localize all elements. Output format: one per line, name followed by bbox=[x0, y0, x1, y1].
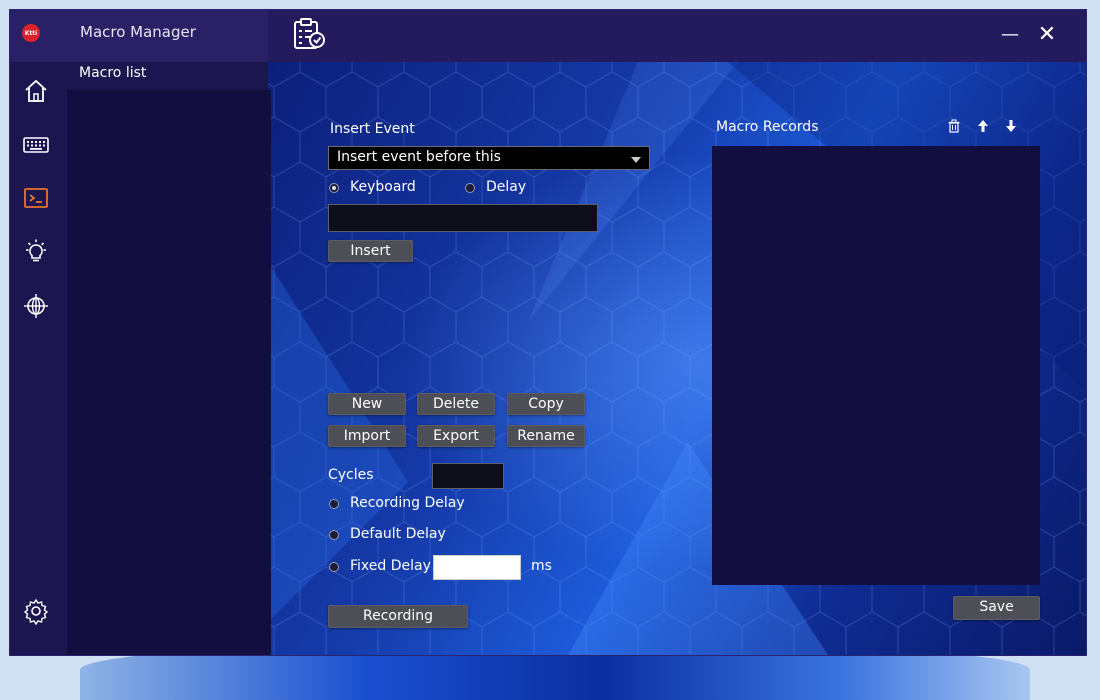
title-bar: Ktti Macro Manager — ✕ bbox=[10, 10, 1086, 62]
trash-icon[interactable] bbox=[947, 119, 961, 133]
rename-button[interactable]: Rename bbox=[507, 425, 585, 447]
default-delay-label: Default Delay bbox=[350, 526, 446, 542]
ms-unit-label: ms bbox=[531, 558, 552, 574]
cycles-label: Cycles bbox=[328, 467, 374, 483]
macro-list[interactable] bbox=[67, 90, 271, 655]
delete-button[interactable]: Delete bbox=[417, 393, 495, 415]
arrow-down-icon[interactable] bbox=[1004, 119, 1018, 133]
chevron-down-icon bbox=[631, 157, 641, 163]
fixed-delay-label: Fixed Delay bbox=[350, 558, 431, 574]
delay-radio[interactable] bbox=[465, 183, 475, 193]
new-button[interactable]: New bbox=[328, 393, 406, 415]
import-button[interactable]: Import bbox=[328, 425, 406, 447]
macro-list-label: Macro list bbox=[79, 65, 147, 81]
close-button[interactable]: ✕ bbox=[1032, 20, 1062, 50]
macro-records-label: Macro Records bbox=[716, 119, 819, 135]
macro-records-list[interactable] bbox=[712, 146, 1040, 585]
terminal-icon[interactable] bbox=[22, 184, 50, 212]
fixed-delay-radio[interactable] bbox=[329, 562, 339, 572]
event-input[interactable] bbox=[328, 204, 598, 232]
sidebar-rail bbox=[10, 62, 66, 655]
cycles-input[interactable] bbox=[432, 463, 504, 489]
copy-button[interactable]: Copy bbox=[507, 393, 585, 415]
settings-icon[interactable] bbox=[22, 597, 50, 625]
app-logo: Ktti bbox=[22, 24, 40, 42]
insert-event-label: Insert Event bbox=[330, 121, 415, 137]
keyboard-radio-label: Keyboard bbox=[350, 179, 416, 195]
recording-delay-radio[interactable] bbox=[329, 499, 339, 509]
recording-delay-label: Recording Delay bbox=[350, 495, 465, 511]
save-button[interactable]: Save bbox=[953, 596, 1040, 620]
insert-position-value: Insert event before this bbox=[337, 149, 501, 165]
macro-manager-window: Ktti Macro Manager — ✕ Macro list Insert… bbox=[10, 10, 1086, 655]
recording-button[interactable]: Recording bbox=[328, 605, 468, 628]
keyboard-icon[interactable] bbox=[22, 131, 50, 159]
lightbulb-icon[interactable] bbox=[22, 238, 50, 266]
delay-radio-label: Delay bbox=[486, 179, 527, 195]
clipboard-check-icon bbox=[294, 18, 325, 49]
arrow-up-icon[interactable] bbox=[976, 119, 990, 133]
home-icon[interactable] bbox=[22, 77, 50, 105]
default-delay-radio[interactable] bbox=[329, 530, 339, 540]
app-title: Macro Manager bbox=[80, 23, 196, 41]
globe-icon[interactable] bbox=[22, 292, 50, 320]
minimize-button[interactable]: — bbox=[995, 20, 1025, 50]
insert-position-select[interactable]: Insert event before this bbox=[328, 146, 650, 170]
insert-button[interactable]: Insert bbox=[328, 240, 413, 262]
fixed-delay-input[interactable] bbox=[433, 555, 521, 580]
export-button[interactable]: Export bbox=[417, 425, 495, 447]
keyboard-radio[interactable] bbox=[329, 183, 339, 193]
